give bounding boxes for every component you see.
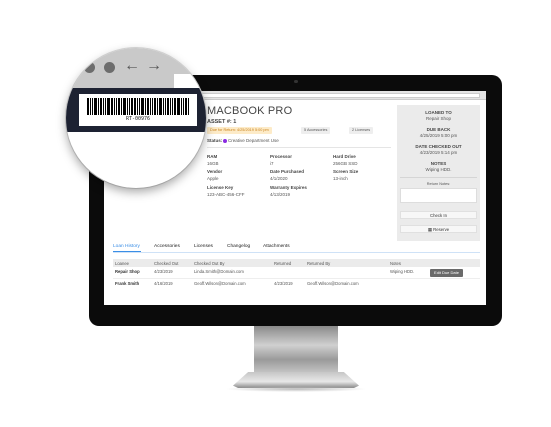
cell: 4/16/2019 (154, 281, 173, 286)
stand-shadow (225, 386, 367, 392)
divider (113, 278, 480, 279)
column-header: Loanee (115, 261, 129, 266)
field-value: 256GB SSD (333, 161, 358, 166)
due-back-value: 4/25/2019 5:00 pm (419, 133, 458, 138)
accessories-badge[interactable]: 5 Accessories (301, 127, 331, 134)
window-dot-icon (104, 62, 115, 73)
status-label: Status: (207, 138, 223, 143)
field-value: 13-inch (333, 176, 348, 181)
tabs-underline (113, 252, 480, 253)
magnifier-lens: ← → RT-00976 (66, 48, 206, 188)
field-value: 4/1/2020 (270, 176, 288, 181)
cell: 4/23/2019 (154, 269, 173, 274)
asset-number: ASSET #: 1 (207, 119, 237, 125)
field-value: 123-ABC-456-CFF (207, 192, 245, 197)
return-notes-label: Return Notes: (426, 182, 451, 186)
barcode-label: RT-00976 (79, 94, 197, 126)
return-notes-input[interactable] (400, 188, 477, 203)
cell: Wiping HDD. (390, 269, 415, 274)
field-value: 4/13/2019 (270, 192, 291, 197)
divider (207, 147, 391, 148)
status-dot-icon (223, 139, 227, 143)
barcode-text: RT-00976 (125, 116, 151, 122)
divider (400, 177, 477, 178)
due-badge: Due for Return: 4/25/2019 5:00 pm (207, 127, 272, 134)
forward-arrow-icon[interactable]: → (146, 57, 162, 75)
column-header: Checked Out (154, 261, 179, 266)
column-header: Notes (390, 261, 401, 266)
tab-changelog[interactable]: Changelog (227, 244, 250, 249)
checked-out-value: 4/23/2019 5:14 pm (419, 150, 458, 155)
field-label: License Key (207, 185, 234, 190)
loaned-to-value: Repair Shop (425, 116, 452, 121)
cell: Linda.Smith@Domain.com (194, 269, 244, 274)
field-value: 16GB (207, 161, 219, 166)
due-back-label: DUE BACK (426, 127, 451, 132)
table-header: Loanee Checked Out Checked Out By Return… (113, 259, 480, 267)
tab-licenses[interactable]: Licenses (194, 244, 213, 249)
cell: 4/23/2019 (274, 281, 293, 286)
cell: Repair Shop (115, 269, 140, 274)
edit-due-date-button[interactable]: Edit Due Date (430, 269, 463, 277)
tab-attachments[interactable]: Attachments (263, 244, 290, 249)
cell: Frank Smith (115, 281, 140, 286)
monitor-stand (254, 326, 338, 374)
field-label: Warranty Expires (270, 185, 307, 190)
back-arrow-icon[interactable]: ← (124, 57, 140, 75)
browser-chrome-zoomed: ← → (66, 48, 206, 88)
column-header: Checked Out By (194, 261, 225, 266)
field-value: i7 (270, 161, 274, 166)
check-in-button[interactable]: Check In (400, 211, 477, 219)
reserve-label: Reserve (433, 227, 450, 232)
checked-out-label: DATE CHECKED OUT (415, 144, 462, 149)
field-label: Date Purchased (270, 169, 305, 174)
field-label: Vendor (207, 169, 223, 174)
camera-icon (294, 80, 298, 83)
tab-loan-history[interactable]: Loan History (113, 244, 140, 249)
asset-title: MACBOOK PRO (207, 105, 293, 117)
licenses-badge[interactable]: 2 Licenses (349, 127, 374, 134)
status-value: Creative Department Use (228, 138, 279, 143)
field-label: Processor (270, 154, 293, 159)
tab-accessories[interactable]: Accessories (154, 244, 180, 249)
column-header: Returned By (307, 261, 331, 266)
barcode-icon (87, 98, 189, 115)
cell: Geoff.Wilson@Domain.com (194, 281, 246, 286)
window-dot-icon (84, 62, 95, 73)
active-tab-indicator (113, 251, 141, 252)
field-label: RAM (207, 154, 218, 159)
loan-sidebar: LOANED TO Repair Shop DUE BACK 4/25/2019… (397, 105, 480, 241)
field-value: Apple (207, 176, 219, 181)
field-label: Screen Size (333, 169, 359, 174)
reserve-button[interactable]: ▦ Reserve (400, 225, 477, 233)
address-bar-zoomed (174, 74, 206, 88)
notes-label: NOTES (430, 161, 447, 166)
notes-value: Wiping HDD. (425, 167, 452, 172)
column-header: Returned (274, 261, 292, 266)
field-label: Hard Drive (333, 154, 356, 159)
cell: Geoff.Wilson@Domain.com (307, 281, 359, 286)
loaned-to-label: LOANED TO (425, 110, 452, 115)
